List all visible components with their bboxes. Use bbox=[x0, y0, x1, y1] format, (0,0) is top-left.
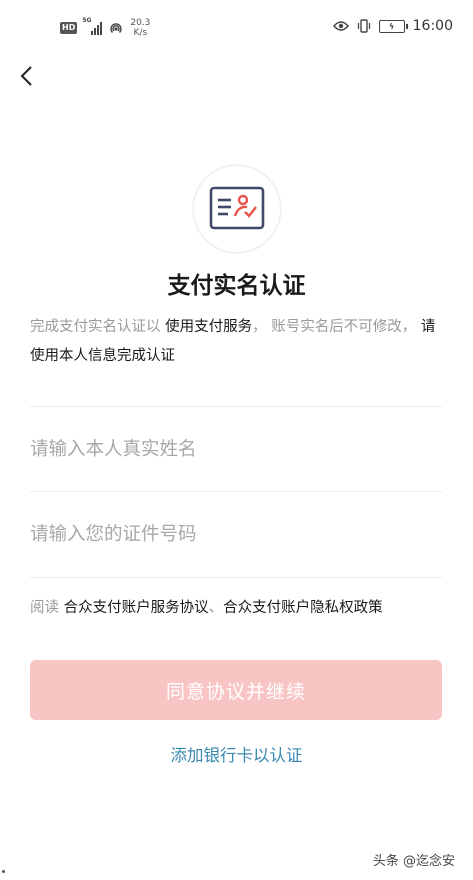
clock: 16:00 bbox=[412, 18, 453, 34]
page-title: 支付实名认证 bbox=[167, 273, 306, 299]
id-verify-badge bbox=[193, 165, 281, 253]
eye-icon bbox=[332, 21, 349, 31]
status-right: ϟ 16:00 bbox=[332, 18, 453, 34]
status-bar: HD 5G 20.3 K/s ϟ 16:00 bbox=[0, 0, 473, 58]
status-left: HD 5G 20.3 K/s bbox=[60, 17, 151, 38]
vibrate-icon bbox=[357, 19, 370, 33]
signal-icon: 5G bbox=[82, 17, 103, 35]
hotspot-icon bbox=[110, 23, 123, 33]
add-bank-card-link[interactable]: 添加银行卡以认证 bbox=[0, 742, 473, 766]
divider bbox=[30, 491, 442, 492]
corner-dot bbox=[2, 870, 5, 873]
watermark: 头条 @迄念安 bbox=[372, 854, 455, 869]
agreement-text: 阅读 合众支付账户服务协议、合众支付账户隐私权政策 bbox=[30, 600, 383, 616]
service-agreement-link[interactable]: 合众支付账户服务协议 bbox=[64, 600, 209, 616]
page-description: 完成支付实名认证以 使用支付服务， 账号实名后不可修改， 请使用本人信息完成认证 bbox=[30, 319, 436, 364]
divider bbox=[30, 406, 442, 407]
agree-continue-button[interactable]: 同意协议并继续 bbox=[30, 660, 442, 720]
real-name-input[interactable] bbox=[30, 429, 442, 469]
network-type-label: 5G bbox=[82, 17, 92, 24]
hd-icon: HD bbox=[60, 22, 78, 34]
battery-charging-icon: ϟ bbox=[378, 19, 408, 33]
chevron-left-icon[interactable] bbox=[16, 64, 40, 88]
privacy-policy-link[interactable]: 合众支付账户隐私权政策 bbox=[223, 600, 383, 616]
divider bbox=[30, 577, 442, 578]
net-speed: 20.3 K/s bbox=[130, 18, 151, 38]
id-number-input[interactable] bbox=[30, 514, 442, 554]
id-card-verify-icon bbox=[209, 186, 265, 230]
